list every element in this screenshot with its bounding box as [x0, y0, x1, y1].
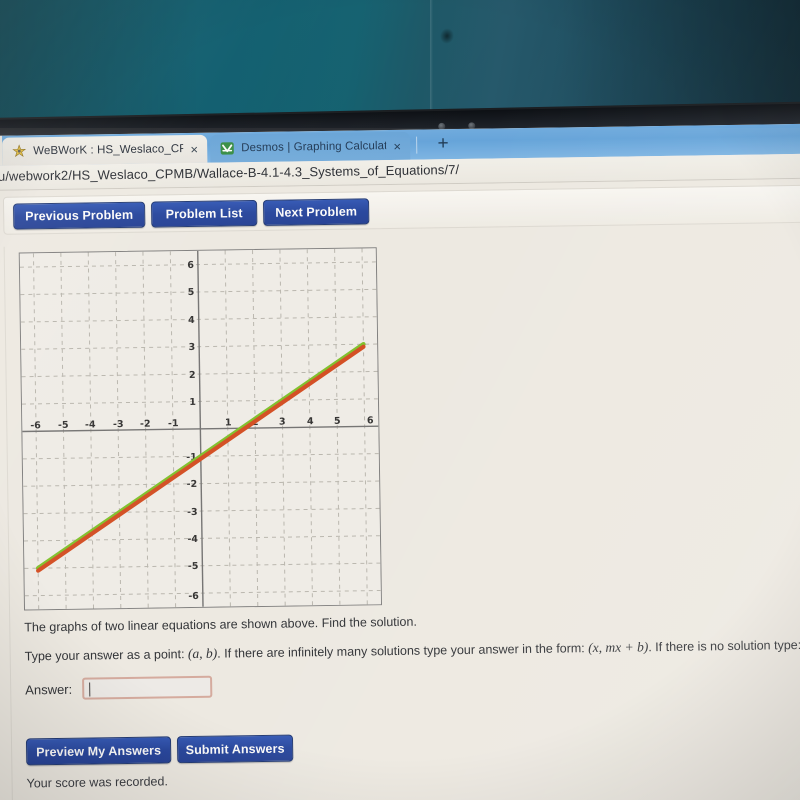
svg-text:3: 3 [279, 417, 286, 428]
svg-text:-2: -2 [187, 479, 198, 490]
answer-row: Answer: [25, 675, 213, 701]
svg-text:4: 4 [307, 416, 314, 427]
instr-part-a: Type your answer as a point: [24, 647, 189, 664]
tab-webwork[interactable]: WeBWorK : HS_Weslaco_CPMB : × [2, 134, 208, 166]
svg-text:2: 2 [189, 370, 196, 381]
instr-part-b: . If there are infinitely many solutions… [217, 641, 589, 661]
desmos-icon [220, 142, 234, 155]
monitor-screen: WeBWorK : HS_Weslaco_CPMB : × Desmos | G… [0, 123, 800, 800]
svg-text:-4: -4 [187, 534, 198, 545]
svg-text:1: 1 [225, 417, 232, 428]
answer-input[interactable] [82, 675, 213, 700]
svg-text:-5: -5 [188, 561, 199, 572]
svg-text:-5: -5 [58, 420, 69, 431]
problem-instructions: Type your answer as a point: (a, b). If … [25, 637, 800, 665]
answer-label: Answer: [25, 681, 73, 697]
preview-answers-button[interactable]: Preview My Answers [25, 736, 172, 766]
tab-divider [416, 136, 418, 154]
svg-text:-3: -3 [113, 419, 124, 430]
submit-answers-button[interactable]: Submit Answers [176, 734, 294, 764]
svg-text:5: 5 [334, 416, 341, 427]
svg-text:1: 1 [189, 397, 196, 408]
close-icon[interactable]: × [390, 138, 404, 153]
star-icon [12, 144, 27, 158]
svg-text:6: 6 [367, 415, 374, 426]
problem-statement: The graphs of two linear equations are s… [24, 614, 417, 635]
svg-text:4: 4 [188, 315, 195, 326]
text-caret [89, 682, 91, 697]
svg-text:-1: -1 [168, 418, 179, 429]
svg-text:6: 6 [187, 260, 194, 271]
coordinate-plane: -6 -5 -4 -3 -2 -1 1 2 3 4 5 [18, 247, 383, 611]
tab-title: WeBWorK : HS_Weslaco_CPMB : [33, 143, 184, 158]
svg-text:-4: -4 [85, 419, 96, 430]
svg-text:-3: -3 [187, 507, 198, 518]
close-icon[interactable]: × [187, 141, 201, 156]
tab-desmos[interactable]: Desmos | Graphing Calculator × [210, 131, 411, 163]
new-tab-button[interactable]: + [433, 133, 453, 154]
problem-list-button[interactable]: Problem List [150, 199, 258, 228]
address-bar-url: du/webwork2/HS_Weslaco_CPMB/Wallace-B-4.… [0, 161, 460, 184]
score-message: Your score was recorded. [26, 774, 168, 791]
graph-container: -6 -5 -4 -3 -2 -1 1 2 3 4 5 [18, 247, 383, 611]
next-problem-button[interactable]: Next Problem [262, 198, 370, 226]
webwork-page: Previous Problem Problem List Next Probl… [0, 178, 800, 800]
point-notation: (a, b) [187, 645, 218, 662]
slope-form-notation: (x, mx + b) [588, 639, 649, 656]
tab-title: Desmos | Graphing Calculator [241, 140, 387, 155]
svg-text:-2: -2 [140, 419, 151, 430]
svg-text:-6: -6 [188, 591, 199, 602]
graph-svg: -6 -5 -4 -3 -2 -1 1 2 3 4 5 [19, 248, 381, 610]
instr-part-c: . If there is no solution type: none [648, 637, 800, 655]
svg-text:5: 5 [188, 287, 195, 298]
problem-content: -6 -5 -4 -3 -2 -1 1 2 3 4 5 [3, 234, 800, 800]
photo-scene: WeBWorK : HS_Weslaco_CPMB : × Desmos | G… [0, 0, 800, 800]
svg-text:3: 3 [188, 342, 195, 353]
svg-text:-6: -6 [30, 420, 41, 431]
previous-problem-button[interactable]: Previous Problem [13, 201, 146, 230]
